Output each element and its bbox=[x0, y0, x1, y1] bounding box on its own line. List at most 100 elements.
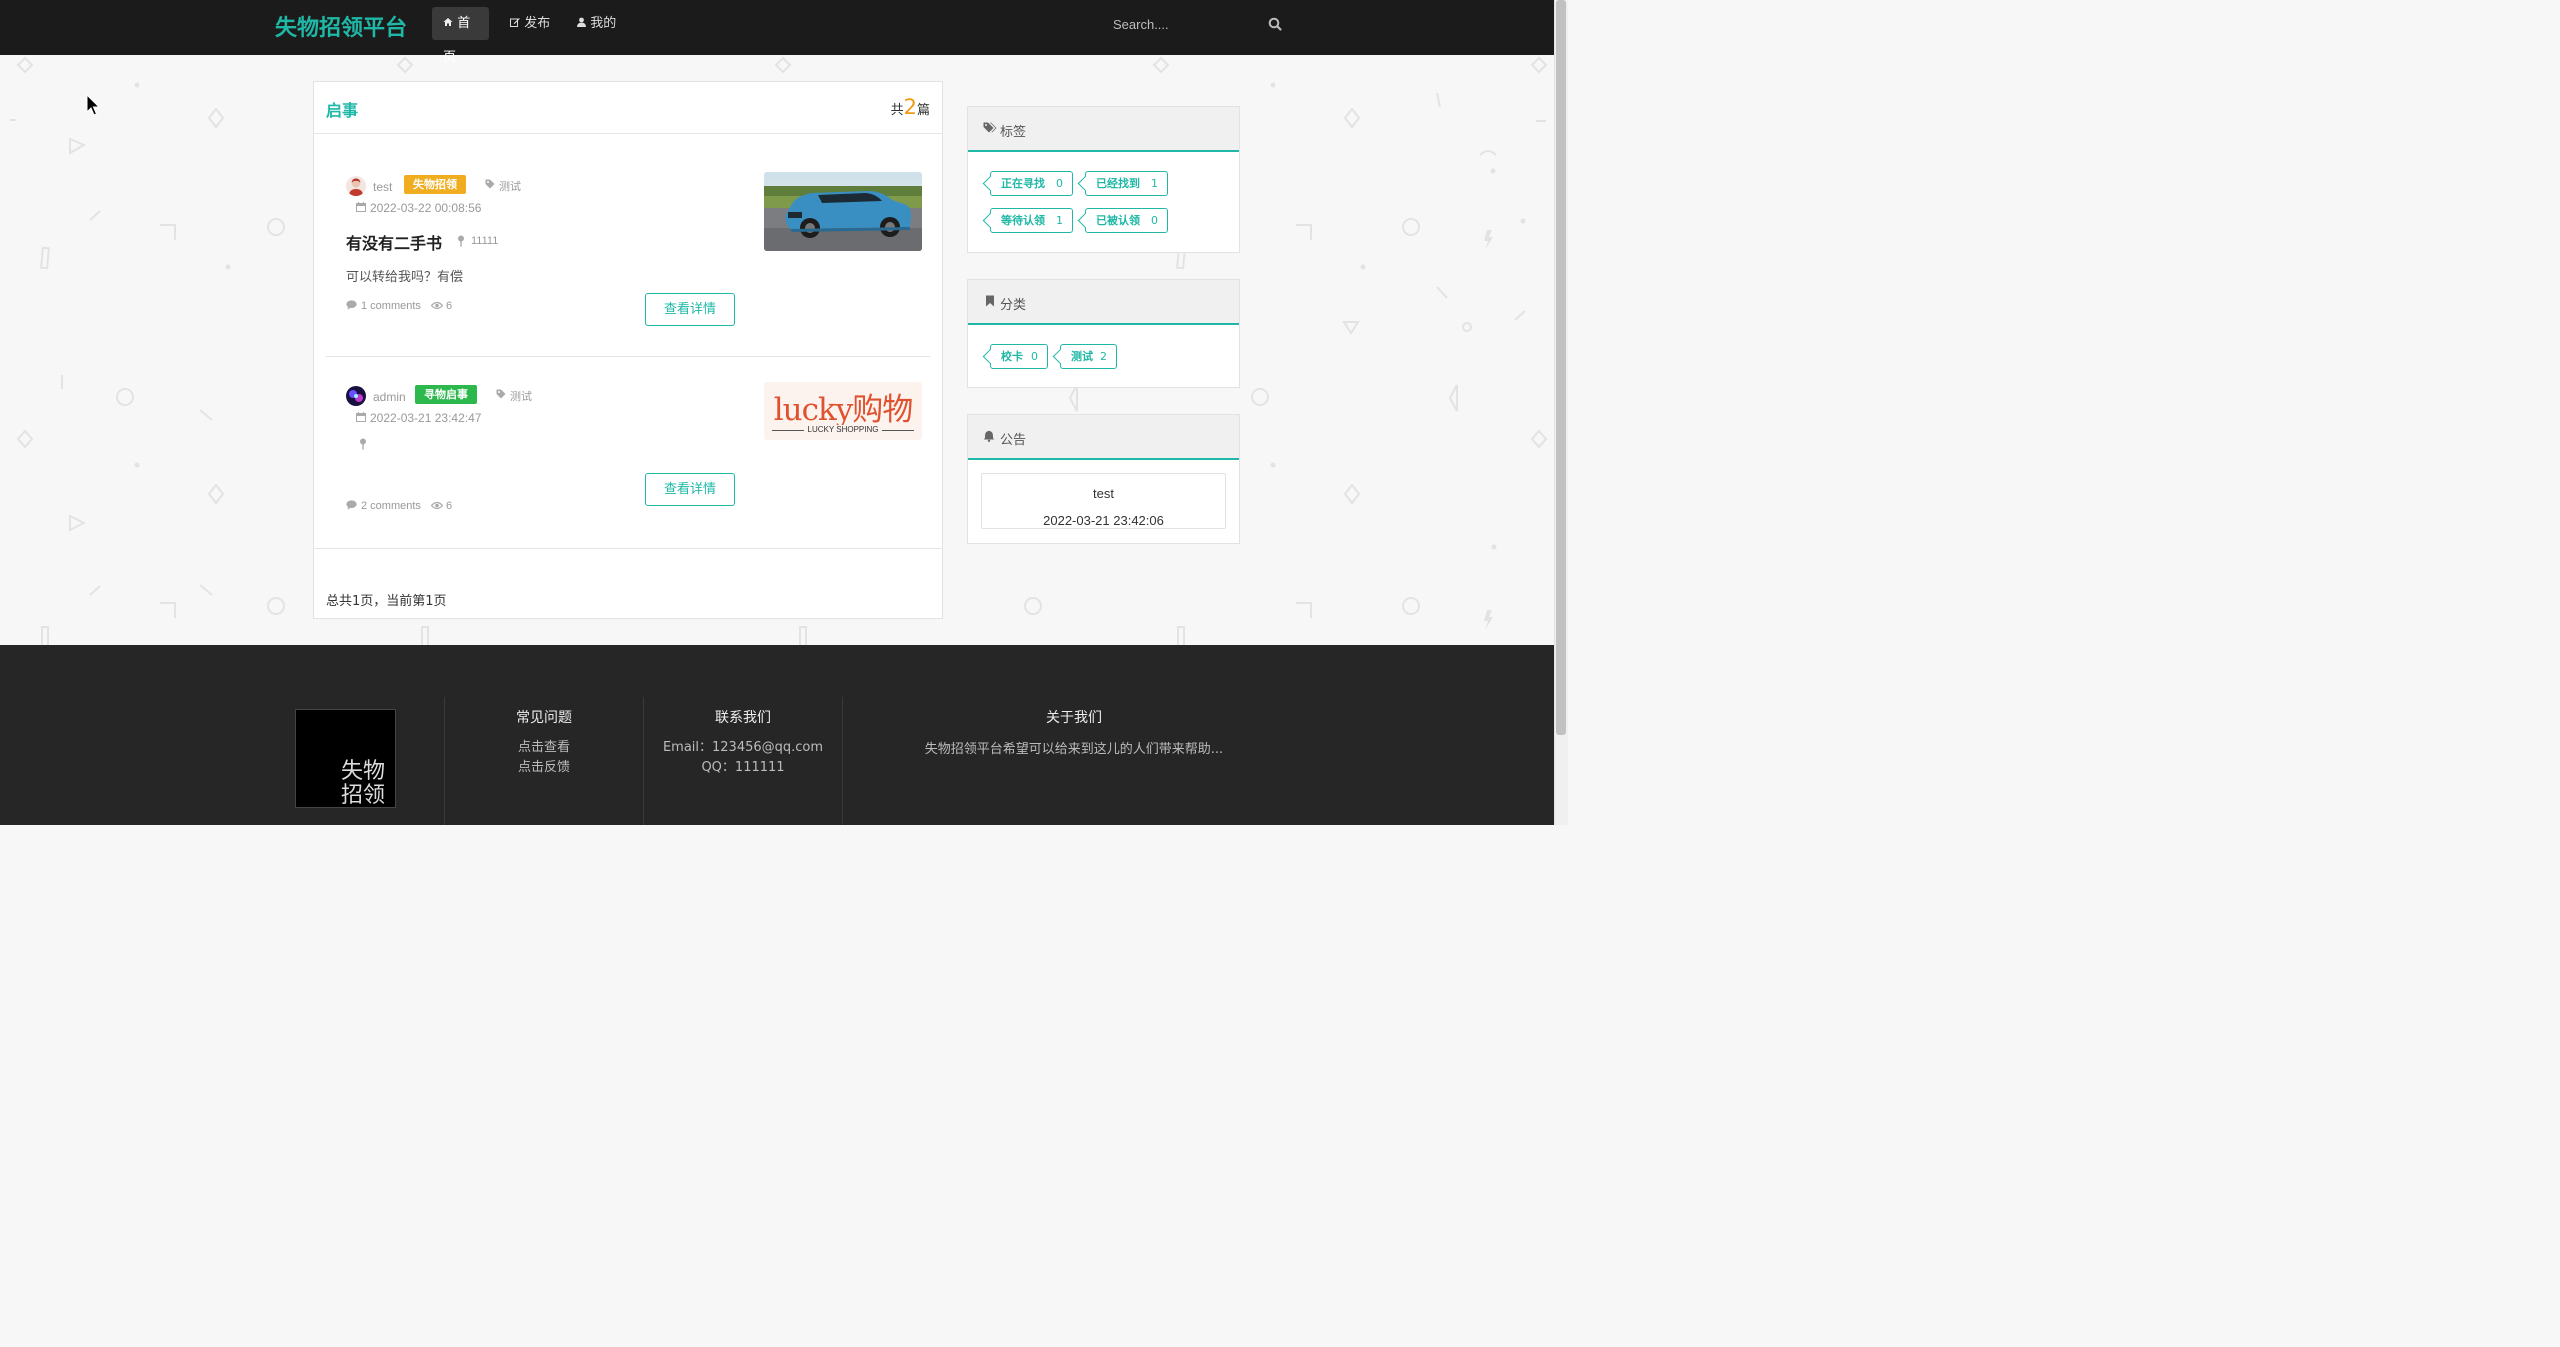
footer-faq-view-link[interactable]: 点击查看 bbox=[494, 736, 594, 755]
category-chip-campus-card[interactable]: 校卡 0 bbox=[990, 344, 1048, 369]
bell-icon bbox=[983, 430, 995, 442]
tag-chip-count: 0 bbox=[1056, 177, 1063, 190]
post-count: 共2篇 bbox=[891, 95, 930, 119]
tag-chip-label: 正在寻找 bbox=[1001, 177, 1045, 190]
posts-panel-header: 启事 共2篇 bbox=[314, 82, 942, 134]
mouse-cursor bbox=[86, 94, 101, 116]
footer-divider bbox=[643, 697, 644, 825]
tag-icon bbox=[496, 389, 506, 399]
calendar-icon bbox=[356, 412, 366, 422]
footer-contact-title: 联系我们 bbox=[715, 710, 771, 726]
post-description: 可以转给我吗？有偿 bbox=[346, 270, 464, 285]
panel-title: 启事 bbox=[326, 101, 359, 120]
tag-chip-label: 等待认领 bbox=[1001, 214, 1045, 227]
post-image[interactable] bbox=[764, 172, 922, 251]
count-number: 2 bbox=[903, 95, 917, 119]
category-chip-test[interactable]: 测试 2 bbox=[1060, 344, 1117, 369]
lucky-logo-text: lucky购物 bbox=[773, 392, 914, 428]
tag-icon bbox=[485, 179, 495, 189]
post-comments[interactable]: 1 comments bbox=[361, 300, 421, 312]
page-footer bbox=[0, 645, 1554, 825]
post-tag[interactable]: 测试 bbox=[499, 178, 521, 194]
category-chip-count: 2 bbox=[1100, 350, 1107, 363]
footer-divider bbox=[444, 697, 445, 825]
footer-contact-email: Email：123456@qq.com bbox=[662, 740, 824, 755]
pagination-info: 总共1页，当前第1页 bbox=[326, 594, 447, 609]
footer-logo: 失物 招领 bbox=[295, 709, 396, 808]
tag-chip-claimed[interactable]: 已被认领 0 bbox=[1085, 208, 1168, 233]
post-views: 6 bbox=[446, 300, 453, 312]
footer-faq-title: 常见问题 bbox=[516, 710, 572, 726]
category-chip-count: 0 bbox=[1031, 350, 1038, 363]
footer-faq-feedback-link[interactable]: 点击反馈 bbox=[494, 756, 594, 775]
location-pin-icon bbox=[360, 438, 366, 450]
post-title[interactable]: 有没有二手书 bbox=[346, 230, 442, 254]
post-type-badge: 失物招领 bbox=[404, 175, 466, 194]
comment-icon bbox=[346, 500, 357, 510]
pager-divider bbox=[314, 548, 942, 549]
tags-widget-header: 标签 bbox=[968, 107, 1239, 152]
search-icon bbox=[1268, 17, 1282, 31]
search-button[interactable] bbox=[1265, 14, 1285, 34]
lucky-logo-subtext: LUCKY SHOPPING bbox=[804, 425, 882, 434]
post-comments[interactable]: 2 comments bbox=[361, 500, 421, 512]
post-date: 2022-03-22 00:08:56 bbox=[370, 201, 482, 215]
footer-about-title: 关于我们 bbox=[1046, 710, 1102, 726]
bookmark-icon bbox=[986, 295, 994, 307]
post-views: 6 bbox=[446, 500, 453, 512]
location-pin-icon bbox=[458, 235, 464, 247]
tags-widget-title: 标签 bbox=[1000, 125, 1027, 140]
home-icon bbox=[443, 18, 456, 30]
tag-chip-count: 0 bbox=[1151, 214, 1158, 227]
categories-widget-header: 分类 bbox=[968, 280, 1239, 325]
posts-panel: 启事 共2篇 test 失物招领 测试 2022-03-22 00:08:56 … bbox=[313, 81, 943, 619]
user-icon bbox=[577, 17, 589, 30]
category-chip-label: 校卡 bbox=[1001, 350, 1023, 363]
edit-icon bbox=[510, 18, 523, 30]
notice-widget-header: 公告 bbox=[968, 415, 1239, 460]
post-tag[interactable]: 测试 bbox=[510, 388, 532, 404]
post-type-badge: 寻物启事 bbox=[415, 385, 477, 404]
tag-chip-awaiting-claim[interactable]: 等待认领 1 bbox=[990, 208, 1073, 233]
avatar[interactable] bbox=[346, 176, 366, 196]
search-input[interactable] bbox=[1106, 12, 1286, 36]
nav-publish-label: 发布 bbox=[524, 16, 551, 31]
notice-title: test bbox=[1093, 486, 1114, 501]
view-details-button[interactable]: 查看详情 bbox=[645, 293, 735, 326]
notice-widget-title: 公告 bbox=[1000, 433, 1027, 448]
nav-item-mine[interactable]: 我的 bbox=[566, 7, 627, 40]
avatar[interactable] bbox=[346, 386, 366, 406]
tag-chip-found[interactable]: 已经找到 1 bbox=[1085, 171, 1168, 196]
top-navbar: 失物招领平台 首页 发布 我的 bbox=[0, 0, 1554, 65]
eye-icon bbox=[431, 501, 443, 510]
tags-widget: 标签 正在寻找 0 已经找到 1 等待认领 1 已被认领 0 bbox=[967, 106, 1240, 253]
tag-chip-label: 已经找到 bbox=[1096, 177, 1140, 190]
notice-widget: 公告 test 2022-03-21 23:42:06 bbox=[967, 414, 1240, 544]
tag-chip-label: 已被认领 bbox=[1096, 214, 1140, 227]
post-item: admin 寻物启事 测试 2022-03-21 23:42:47 2 comm… bbox=[326, 376, 930, 546]
brand-logo-text[interactable]: 失物招领平台 bbox=[275, 10, 407, 42]
post-image[interactable]: lucky购物 LUCKY SHOPPING bbox=[764, 382, 922, 440]
nav-mine-label: 我的 bbox=[590, 16, 617, 31]
view-details-button[interactable]: 查看详情 bbox=[645, 473, 735, 506]
footer-logo-line2: 招领 bbox=[341, 783, 386, 808]
notice-date: 2022-03-21 23:42:06 bbox=[1043, 513, 1164, 528]
footer-contact-qq: QQ：111111 bbox=[701, 760, 785, 775]
post-author[interactable]: test bbox=[373, 180, 392, 194]
scrollbar-thumb[interactable] bbox=[1556, 0, 1566, 735]
count-prefix: 共 bbox=[890, 103, 904, 118]
post-author[interactable]: admin bbox=[373, 390, 406, 404]
category-chip-label: 测试 bbox=[1071, 350, 1093, 363]
eye-icon bbox=[431, 301, 443, 310]
tags-icon bbox=[983, 122, 997, 133]
nav-item-publish[interactable]: 发布 bbox=[499, 7, 561, 40]
calendar-icon bbox=[356, 202, 366, 212]
notice-card[interactable]: test 2022-03-21 23:42:06 bbox=[981, 473, 1226, 529]
tag-chip-searching[interactable]: 正在寻找 0 bbox=[990, 171, 1073, 196]
tag-chip-count: 1 bbox=[1151, 177, 1158, 190]
post-date: 2022-03-21 23:42:47 bbox=[370, 411, 482, 425]
categories-widget: 分类 校卡 0 测试 2 bbox=[967, 279, 1240, 388]
nav-item-home[interactable]: 首页 bbox=[432, 7, 489, 65]
categories-widget-title: 分类 bbox=[1000, 298, 1027, 313]
post-item: test 失物招领 测试 2022-03-22 00:08:56 有没有二手书 … bbox=[326, 166, 930, 346]
